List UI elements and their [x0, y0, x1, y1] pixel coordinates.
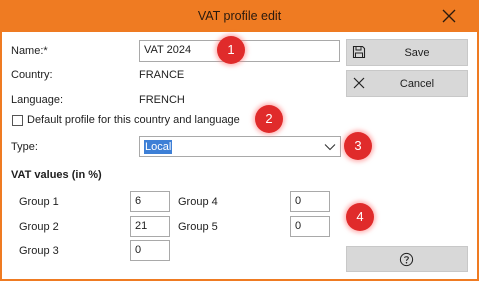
close-icon [353, 77, 365, 89]
group-2-field[interactable]: 21 [130, 216, 170, 237]
country-value: FRANCE [139, 69, 185, 81]
dialog-body: Name:* VAT 2024 Country: FRANCE Language… [2, 32, 477, 279]
type-selected-value: Local [144, 140, 173, 154]
window-title: VAT profile edit [197, 9, 282, 23]
group-5-field[interactable]: 0 [290, 216, 330, 237]
cancel-button[interactable]: Cancel [346, 70, 468, 97]
group-1-label: Group 1 [19, 196, 59, 208]
type-select[interactable]: Local [139, 136, 341, 157]
group-5-label: Group 5 [178, 221, 218, 233]
save-button[interactable]: Save [346, 39, 468, 66]
save-label: Save [404, 47, 430, 59]
annotation-badge-4: 4 [346, 203, 374, 231]
group-1-field[interactable]: 6 [130, 191, 170, 212]
name-label: Name:* [11, 45, 48, 57]
chevron-down-icon [324, 144, 336, 151]
country-label: Country: [11, 69, 53, 81]
group-3-field[interactable]: 0 [130, 240, 170, 261]
group-2-label: Group 2 [19, 221, 59, 233]
vat-values-title: VAT values (in %) [11, 169, 102, 181]
save-icon [352, 45, 366, 59]
group-4-label: Group 4 [178, 196, 218, 208]
language-value: FRENCH [139, 94, 185, 106]
close-icon[interactable] [440, 7, 458, 25]
language-label: Language: [11, 94, 63, 106]
annotation-badge-3: 3 [344, 132, 372, 160]
group-3-label: Group 3 [19, 245, 59, 257]
help-button[interactable] [346, 246, 468, 272]
default-profile-label[interactable]: Default profile for this country and lan… [27, 114, 240, 126]
default-profile-checkbox[interactable] [12, 115, 23, 126]
cancel-label: Cancel [399, 78, 435, 90]
question-circle-icon [399, 252, 414, 267]
vat-profile-window: VAT profile edit Name:* VAT 2024 Country… [0, 0, 479, 281]
group-4-field[interactable]: 0 [290, 191, 330, 212]
annotation-badge-1: 1 [217, 36, 245, 64]
title-bar[interactable]: VAT profile edit [0, 0, 479, 32]
type-label: Type: [11, 141, 38, 153]
annotation-badge-2: 2 [255, 105, 283, 133]
